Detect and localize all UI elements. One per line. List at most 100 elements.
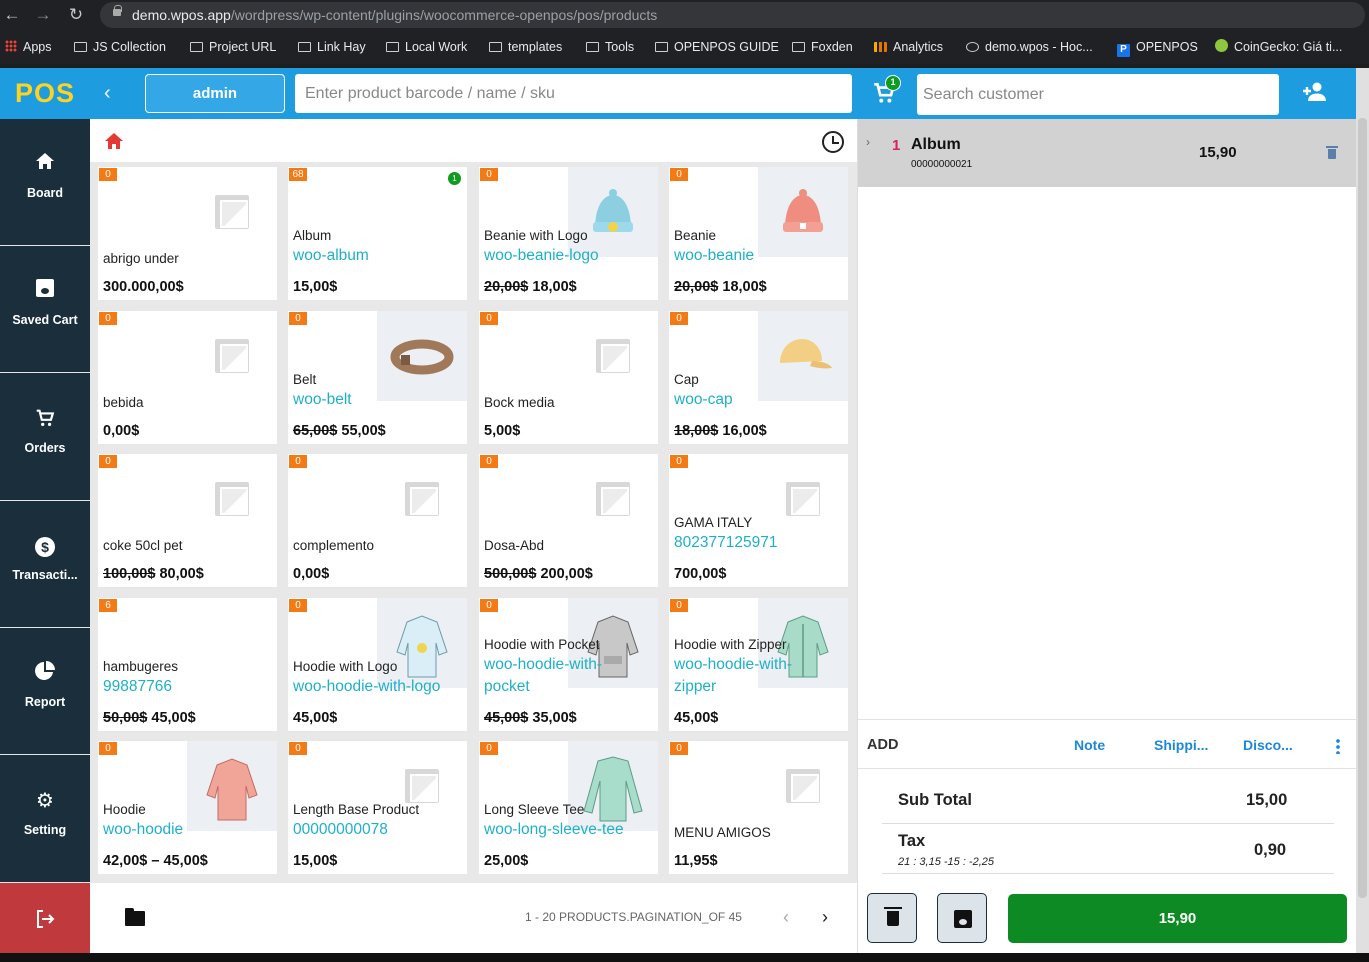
bookmark-label: templates bbox=[508, 40, 563, 54]
product-card[interactable]: 0 Hoodie with Zipper woo-hoodie-with-zippe… bbox=[669, 598, 848, 731]
bookmark-6[interactable]: Tools bbox=[586, 38, 634, 56]
product-card[interactable]: 0 MENU AMIGOS 11,95$ bbox=[669, 741, 848, 874]
user-button[interactable]: admin bbox=[145, 74, 285, 113]
folder-icon bbox=[792, 42, 805, 52]
image-placeholder-icon bbox=[786, 482, 820, 516]
product-card[interactable]: 0 Hoodie woo-hoodie 42,00$ – 45,00$ bbox=[98, 741, 277, 874]
reload-icon[interactable]: ↻ bbox=[66, 5, 86, 25]
scrollbar[interactable] bbox=[1356, 68, 1369, 953]
product-name: coke 50cl pet bbox=[103, 538, 183, 553]
customer-search-input[interactable] bbox=[917, 74, 1279, 115]
apps-grid-icon bbox=[5, 40, 17, 52]
product-card[interactable]: 0 Bock media 5,00$ bbox=[479, 311, 658, 444]
bookmark-10[interactable]: demo.wpos - Hoc... bbox=[966, 38, 1093, 56]
bookmark-3[interactable]: Link Hay bbox=[298, 38, 366, 56]
product-card[interactable]: 0 Cap woo-cap 18,00$ 16,00$ bbox=[669, 311, 848, 444]
bookmark-9[interactable]: Analytics bbox=[874, 38, 943, 56]
product-card[interactable]: 0 bebida 0,00$ bbox=[98, 311, 277, 444]
image-placeholder-icon bbox=[405, 769, 439, 803]
product-card[interactable]: 0 Long Sleeve Tee woo-long-sleeve-tee 25,00… bbox=[479, 741, 658, 874]
product-price: 500,00$ 200,00$ bbox=[484, 566, 593, 582]
product-card[interactable]: 0 GAMA ITALY 802377125971 700,00$ bbox=[669, 454, 848, 587]
clear-cart-button[interactable] bbox=[867, 893, 917, 943]
cart-line-item[interactable]: › 1 Album 00000000021 15,90 bbox=[858, 119, 1356, 187]
product-card[interactable]: 0 Hoodie with Pocket woo-hoodie-with-pocke… bbox=[479, 598, 658, 731]
scrollbar-thumb[interactable] bbox=[1358, 118, 1367, 898]
more-vert-icon[interactable] bbox=[1336, 738, 1340, 754]
product-sku: woo-hoodie-with-logo bbox=[293, 678, 441, 695]
bookmark-11[interactable]: P OPENPOS bbox=[1117, 38, 1198, 57]
product-card[interactable]: 0 Belt woo-belt 65,00$ 55,00$ bbox=[288, 311, 467, 444]
folder-icon bbox=[74, 42, 87, 52]
discount-link[interactable]: Disco... bbox=[1243, 737, 1293, 753]
back-arrow-icon[interactable]: ← bbox=[2, 5, 22, 25]
save-icon bbox=[0, 279, 90, 303]
home-icon[interactable] bbox=[104, 132, 124, 150]
history-icon[interactable] bbox=[822, 131, 844, 153]
bookmark-1[interactable]: JS Collection bbox=[74, 38, 166, 56]
product-search-input[interactable] bbox=[295, 74, 852, 113]
product-card[interactable]: 0 Beanie woo-beanie 20,00$ 18,00$ bbox=[669, 167, 848, 300]
sidebar-item-report[interactable]: Report bbox=[0, 628, 90, 756]
bookmark-7[interactable]: OPENPOS GUIDE bbox=[655, 38, 779, 56]
sidebar-item-orders[interactable]: Orders bbox=[0, 374, 90, 501]
product-card[interactable]: 0 coke 50cl pet 100,00$ 80,00$ bbox=[98, 454, 277, 587]
product-name: Hoodie with Pocket bbox=[484, 637, 600, 652]
shipping-link[interactable]: Shippi... bbox=[1154, 737, 1208, 753]
product-name: Beanie with Logo bbox=[484, 228, 588, 243]
product-sku: woo-cap bbox=[674, 391, 733, 408]
product-sku: woo-hoodie-with-zipper bbox=[674, 656, 793, 695]
sidebar-item-setting[interactable]: ⚙ Setting bbox=[0, 756, 90, 883]
forward-arrow-icon[interactable]: → bbox=[33, 5, 53, 25]
bookmark-5[interactable]: templates bbox=[489, 38, 562, 56]
product-sku: 802377125971 bbox=[674, 534, 778, 551]
expand-chevron-icon[interactable]: › bbox=[866, 135, 870, 149]
bookmark-0[interactable]: Apps bbox=[5, 38, 52, 56]
product-card[interactable]: 0 Beanie with Logo woo-beanie-logo 20,00$ 1… bbox=[479, 167, 658, 300]
address-bar[interactable]: demo.wpos.app/wordpress/wp-content/plugi… bbox=[100, 2, 1365, 28]
image-placeholder-icon bbox=[596, 482, 630, 516]
stock-badge: 0 bbox=[289, 742, 307, 755]
product-card[interactable]: 0 complemento 0,00$ bbox=[288, 454, 467, 587]
add-customer-icon[interactable] bbox=[1303, 81, 1327, 103]
current-price: 42,00$ – 45,00$ bbox=[103, 853, 208, 869]
product-card[interactable]: 0 Length Base Product 00000000078 15,00$ bbox=[288, 741, 467, 874]
sidebar-item-transacti[interactable]: $ Transacti... bbox=[0, 501, 90, 628]
folder-icon[interactable] bbox=[125, 908, 145, 926]
image-placeholder-icon bbox=[215, 195, 249, 229]
delete-line-icon[interactable] bbox=[1326, 146, 1338, 159]
bookmark-label: Tools bbox=[605, 40, 635, 54]
stock-badge: 0 bbox=[99, 168, 117, 181]
bookmark-label: demo.wpos - Hoc... bbox=[985, 40, 1093, 54]
product-price: 50,00$ 45,00$ bbox=[103, 710, 196, 726]
line-name: Album bbox=[911, 136, 961, 153]
checkout-button[interactable]: 15,90 bbox=[1008, 894, 1347, 943]
bookmark-8[interactable]: Foxden bbox=[792, 38, 853, 56]
save-cart-button[interactable] bbox=[937, 893, 987, 943]
add-bar: ADD Note Shippi... Disco... bbox=[858, 719, 1356, 769]
bookmark-4[interactable]: Local Work bbox=[386, 38, 467, 56]
product-sku: woo-album bbox=[293, 247, 369, 264]
current-price: 11,95$ bbox=[674, 853, 718, 869]
logout-button[interactable] bbox=[0, 883, 90, 953]
product-card[interactable]: 68 1 Album woo-album 15,00$ bbox=[288, 167, 467, 300]
product-card[interactable]: 6 hambugeres 99887766 50,00$ 45,00$ bbox=[98, 598, 277, 731]
product-card[interactable]: 0 Hoodie with Logo woo-hoodie-with-logo 45,… bbox=[288, 598, 467, 731]
collapse-chevron-icon[interactable]: ‹ bbox=[104, 81, 111, 105]
product-price: 20,00$ 18,00$ bbox=[674, 279, 767, 295]
add-label: ADD bbox=[867, 737, 899, 753]
folder-icon bbox=[655, 42, 668, 52]
image-placeholder-icon bbox=[786, 769, 820, 803]
note-link[interactable]: Note bbox=[1074, 737, 1105, 753]
prev-page-icon[interactable]: ‹ bbox=[783, 907, 789, 928]
sidebar-item-board[interactable]: Board bbox=[0, 119, 90, 246]
bookmark-2[interactable]: Project URL bbox=[190, 38, 276, 56]
next-page-icon[interactable]: › bbox=[822, 907, 828, 928]
product-image bbox=[377, 598, 467, 688]
current-price: 55,00$ bbox=[341, 423, 386, 439]
product-card[interactable]: 0 Dosa-Abd 500,00$ 200,00$ bbox=[479, 454, 658, 587]
product-card[interactable]: 0 abrigo under 300.000,00$ bbox=[98, 167, 277, 300]
bookmark-12[interactable]: CoinGecko: Giá ti... bbox=[1215, 38, 1342, 56]
cart-icon bbox=[0, 407, 90, 431]
sidebar-item-saved-cart[interactable]: Saved Cart bbox=[0, 246, 90, 374]
